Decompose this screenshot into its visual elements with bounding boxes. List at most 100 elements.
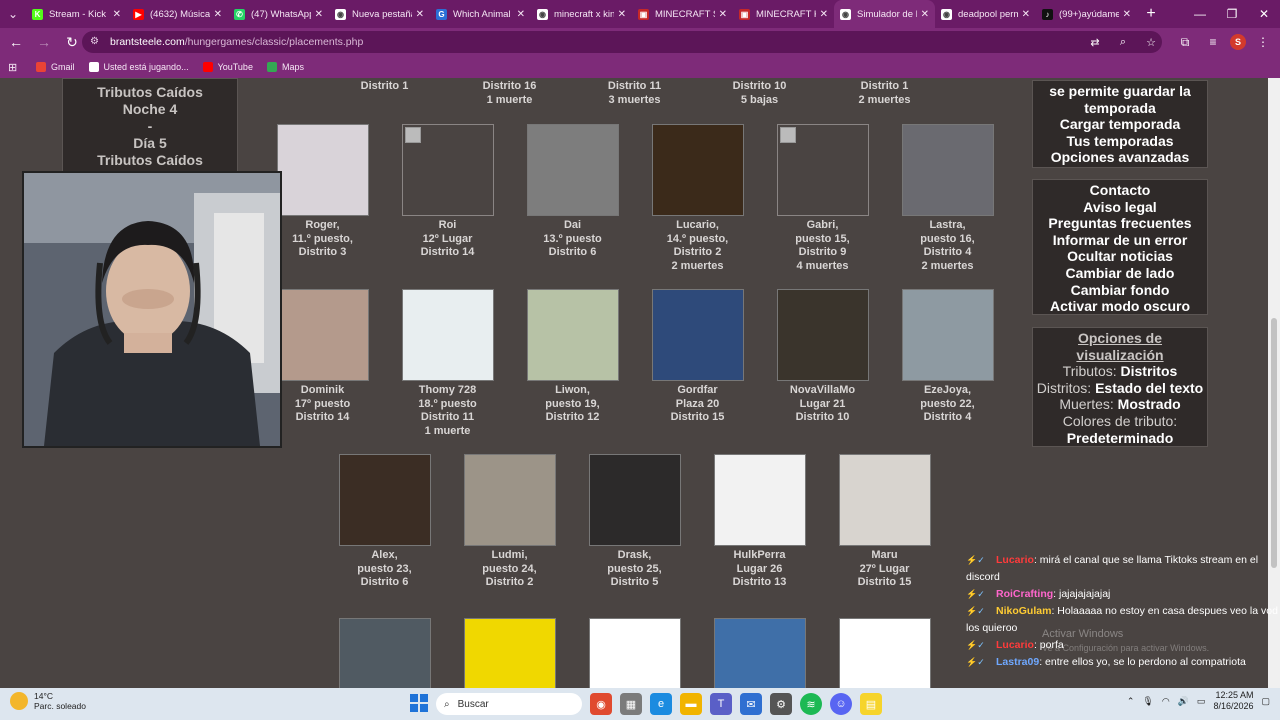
spotify-icon[interactable]: ≋ — [800, 693, 822, 715]
tribute-name: Gabri, — [806, 219, 839, 231]
tribute-name: Maru — [871, 549, 898, 561]
tribute-placement: Lugar 21 — [799, 397, 846, 410]
bookmark-item[interactable]: Maps — [266, 62, 304, 72]
tab-close-icon[interactable]: ✕ — [618, 9, 626, 20]
tab-close-icon[interactable]: ✕ — [214, 9, 222, 20]
tab-close-icon[interactable]: ✕ — [517, 9, 525, 20]
tribute-photo — [588, 454, 681, 546]
deaths-value[interactable]: Mostrado — [1118, 396, 1181, 412]
tribute-colors-value[interactable]: Predeterminado — [1033, 430, 1207, 447]
tribute-caption-partial: Distrito 12 muertes — [822, 80, 947, 107]
chevron-up-icon[interactable]: ⌃ — [1127, 696, 1135, 707]
tributes-value[interactable]: Distritos — [1121, 363, 1178, 379]
site-menu-link[interactable]: Preguntas frecuentes — [1033, 215, 1207, 232]
tab-search-chevron-icon[interactable]: ⌄ — [0, 0, 26, 28]
bookmark-star-icon[interactable]: ☆ — [1140, 31, 1162, 53]
display-options-title[interactable]: Opciones de visualización — [1033, 330, 1207, 363]
browser-tab[interactable]: G Which Animal ✕ — [430, 0, 531, 28]
address-bar[interactable]: ⚙ brantsteele.com/hungergames/classic/pl… — [82, 31, 1162, 53]
season-menu-item[interactable]: Opciones avanzadas — [1033, 149, 1207, 166]
season-menu-item[interactable]: Cargar temporada — [1033, 116, 1207, 133]
site-menu-link[interactable]: Informar de un error — [1033, 232, 1207, 249]
edge-icon[interactable]: e — [650, 693, 672, 715]
windows-start-icon[interactable] — [410, 694, 428, 712]
extensions-icon[interactable]: ⧉ — [1174, 31, 1196, 53]
season-menu-item[interactable]: Tus temporadas — [1033, 133, 1207, 150]
teams-icon[interactable]: T — [710, 693, 732, 715]
browser-tab[interactable]: ▣ MINECRAFT KI ✕ — [733, 0, 834, 28]
store-icon[interactable]: ▦ — [620, 693, 642, 715]
caption-line: 3 muertes — [608, 93, 661, 106]
back-arrow-icon[interactable]: ← — [4, 30, 28, 54]
battery-icon[interactable]: ▭ — [1197, 696, 1206, 707]
browser-tab[interactable]: ✆ (47) WhatsApp ✕ — [228, 0, 329, 28]
bookmark-item[interactable]: Usted está jugando... — [88, 62, 189, 72]
restore-icon[interactable]: ❐ — [1216, 0, 1248, 28]
browser-tab[interactable]: ◉ Nueva pestaña ✕ — [329, 0, 430, 28]
site-info-icon[interactable]: ⚙ — [90, 36, 102, 48]
browser-tab[interactable]: ◉ minecraft x kin ✕ — [531, 0, 632, 28]
browser-tab[interactable]: ◉ deadpool perm ✕ — [935, 0, 1036, 28]
tribute-caption-partial: Distrito 11 3 muertes — [572, 80, 697, 107]
tab-close-icon[interactable]: ✕ — [719, 9, 727, 20]
caption-line: Distrito 11 — [607, 80, 662, 92]
tab-close-icon[interactable]: ✕ — [1022, 9, 1030, 20]
browser-tab[interactable]: ♪ (99+)ayúdame ✕ — [1036, 0, 1137, 28]
browser-tab[interactable]: ▣ MINECRAFT SI ✕ — [632, 0, 733, 28]
weather-widget[interactable]: 14°C Parc. soleado — [10, 691, 86, 711]
volume-icon[interactable]: 🔊 — [1178, 696, 1189, 707]
site-menu-link[interactable]: Contacto — [1033, 182, 1207, 199]
translate-icon[interactable]: ⇄ — [1084, 31, 1106, 53]
tab-close-icon[interactable]: ✕ — [921, 9, 929, 20]
close-window-icon[interactable]: ✕ — [1248, 0, 1280, 28]
scrollbar-thumb[interactable] — [1271, 318, 1277, 568]
search-icon: ⌕ — [444, 698, 450, 710]
new-tab-button[interactable]: + — [1137, 0, 1165, 28]
chat-username[interactable]: RoiCrafting — [996, 588, 1053, 600]
apps-grid-icon[interactable]: ⊞ — [8, 61, 22, 74]
tribute-name: EzeJoya, — [923, 384, 972, 396]
file-explorer-icon[interactable]: ▬ — [680, 693, 702, 715]
site-menu-link[interactable]: Ocultar noticias — [1033, 248, 1207, 265]
media-controls-icon[interactable]: ≡ — [1202, 31, 1224, 53]
tab-close-icon[interactable]: ✕ — [113, 9, 121, 20]
reload-icon[interactable]: ↻ — [60, 30, 84, 54]
mail-icon[interactable]: ✉ — [740, 693, 762, 715]
tab-close-icon[interactable]: ✕ — [1123, 9, 1131, 20]
chat-username[interactable]: Lastra09 — [996, 656, 1039, 668]
settings-gear-icon[interactable]: ⚙ — [770, 693, 792, 715]
taskbar-search[interactable]: ⌕ Buscar — [436, 693, 582, 715]
site-menu-link[interactable]: Cambiar de lado — [1033, 265, 1207, 282]
browser-tab[interactable]: K Stream - Kick D ✕ — [26, 0, 127, 28]
browser-tab[interactable]: ▶ (4632) Música c ✕ — [127, 0, 228, 28]
zoom-icon[interactable]: ⌕ — [1112, 31, 1134, 53]
window-controls: — ❐ ✕ — [1184, 0, 1280, 28]
tribute-district: Distrito 10 — [795, 411, 850, 423]
wifi-icon[interactable]: ◠ — [1162, 696, 1170, 707]
districts-value[interactable]: Estado del texto — [1095, 380, 1203, 396]
tribute-district: Distrito 6 — [360, 576, 409, 588]
sticky-notes-icon[interactable]: ▤ — [860, 693, 882, 715]
tab-close-icon[interactable]: ✕ — [315, 9, 323, 20]
microphone-icon[interactable]: 🎙 — [1142, 696, 1153, 707]
discord-icon[interactable]: ☺ — [830, 693, 852, 715]
notifications-icon[interactable]: ▢ — [1261, 696, 1270, 707]
browser-tab[interactable]: ◉ Simulador de L ✕ — [834, 0, 935, 28]
minimize-icon[interactable]: — — [1184, 0, 1216, 28]
forward-arrow-icon[interactable]: → — [32, 30, 56, 54]
chat-username[interactable]: NikoGulam — [996, 605, 1051, 617]
site-menu-link[interactable]: Activar modo oscuro — [1033, 298, 1207, 315]
site-menu-link[interactable]: Aviso legal — [1033, 199, 1207, 216]
bookmark-item[interactable]: Gmail — [36, 62, 75, 72]
chat-username[interactable]: Lucario — [996, 554, 1034, 566]
chrome-icon[interactable]: ◉ — [590, 693, 612, 715]
profile-avatar[interactable]: S — [1230, 34, 1246, 50]
system-clock[interactable]: 12:25 AM 8/16/2026 — [1213, 690, 1253, 712]
site-menu-link[interactable]: Cambiar fondo — [1033, 282, 1207, 299]
tribute-card: HulkPerra Lugar 26 Distrito 13 — [697, 454, 822, 590]
tab-close-icon[interactable]: ✕ — [820, 9, 828, 20]
tab-close-icon[interactable]: ✕ — [416, 9, 424, 20]
bookmark-item[interactable]: YouTube — [202, 62, 253, 72]
chat-username[interactable]: Lucario — [996, 639, 1034, 651]
menu-kebab-icon[interactable]: ⋮ — [1252, 31, 1274, 53]
